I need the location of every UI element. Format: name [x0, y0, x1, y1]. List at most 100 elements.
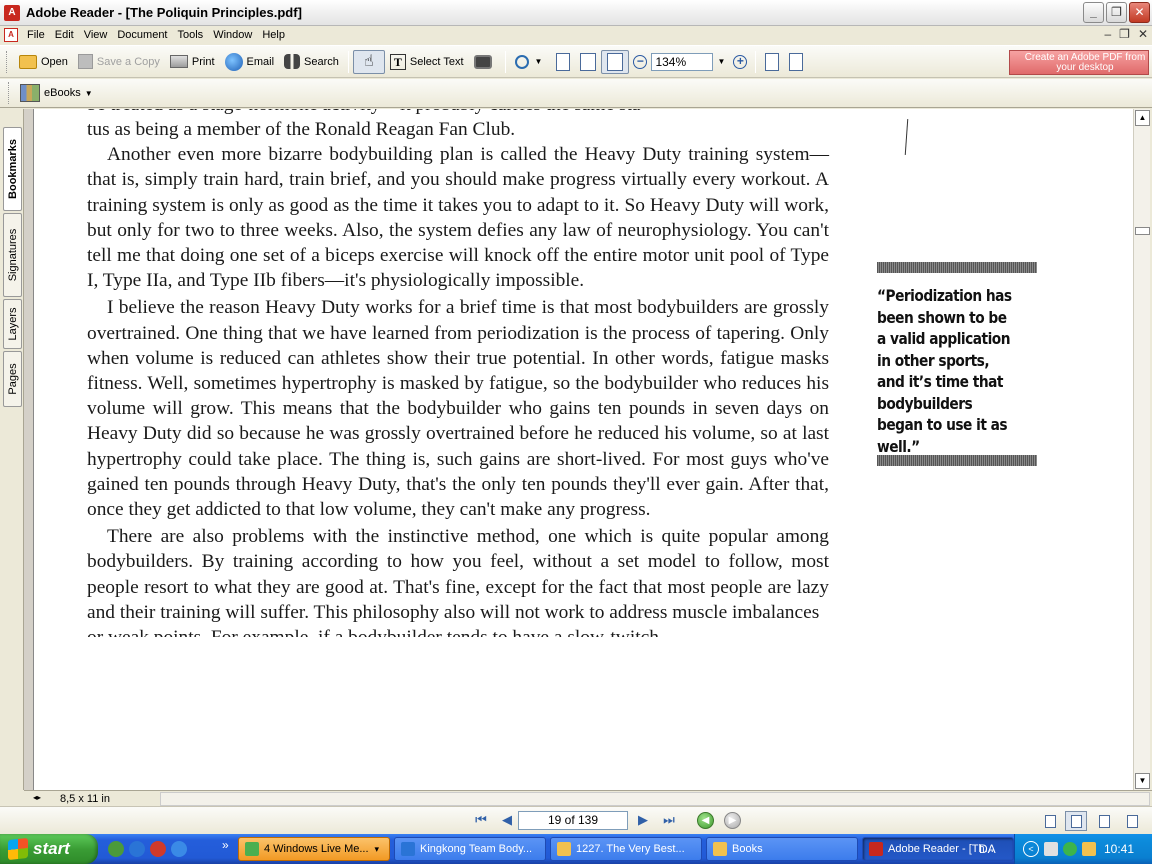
- zoom-dropdown-icon[interactable]: ▼: [717, 57, 725, 66]
- scroll-down-arrow-icon[interactable]: ▼: [1135, 773, 1150, 789]
- zoom-out-button[interactable]: −: [633, 54, 648, 69]
- quick-launch-overflow-icon[interactable]: »: [222, 838, 229, 852]
- snapshot-button[interactable]: [469, 50, 501, 74]
- actual-size-button[interactable]: [551, 50, 575, 74]
- menu-file[interactable]: File: [22, 29, 50, 41]
- email-icon: [224, 52, 243, 71]
- fit-width-button[interactable]: [601, 49, 630, 74]
- quick-launch-icon[interactable]: [108, 841, 124, 857]
- quick-launch-icon[interactable]: [171, 841, 187, 857]
- taskbar-button-windows-live-messenger[interactable]: 4 Windows Live Me... ▾: [238, 837, 390, 861]
- toolbar-grip[interactable]: [6, 50, 10, 73]
- chevron-down-icon: ▾: [374, 843, 380, 854]
- select-text-button[interactable]: T Select Text: [385, 50, 469, 74]
- printer-icon: [169, 55, 188, 68]
- folder-icon: [713, 842, 727, 856]
- document-close-button[interactable]: ✕: [1138, 27, 1148, 41]
- facing-view-button[interactable]: [1093, 811, 1115, 831]
- create-adobe-pdf-button[interactable]: Create an Adobe PDF from your desktop: [1009, 50, 1149, 75]
- previous-page-icon[interactable]: ◀: [500, 813, 514, 827]
- clock[interactable]: 10:41: [1104, 842, 1134, 856]
- save-a-copy-button[interactable]: Save a Copy: [73, 50, 165, 74]
- windows-logo-icon: [8, 837, 28, 861]
- magnifier-icon: [514, 54, 529, 69]
- floppy-icon: [77, 54, 93, 69]
- show-hidden-icons-button[interactable]: <: [1023, 841, 1039, 857]
- vertical-scrollbar[interactable]: ▲ ▼: [1133, 109, 1150, 790]
- tab-pages-label: Pages: [6, 363, 19, 395]
- page-number-input[interactable]: 19 of 139: [518, 811, 628, 830]
- close-button[interactable]: ✕: [1129, 2, 1150, 23]
- minimize-button[interactable]: _: [1083, 2, 1104, 23]
- document-icon[interactable]: A: [4, 28, 18, 42]
- search-button[interactable]: Search: [279, 50, 344, 74]
- menu-help[interactable]: Help: [257, 29, 290, 41]
- document-view[interactable]: be treated as a stage-hormone activity—i…: [34, 109, 1133, 790]
- paragraph: Another even more bizarre bodybuilding p…: [87, 144, 829, 292]
- zoom-tool-button[interactable]: ▼: [510, 50, 552, 74]
- start-button[interactable]: start: [0, 834, 98, 864]
- taskbar-button-books[interactable]: Books: [706, 837, 858, 861]
- window-title: Adobe Reader - [The Poliquin Principles.…: [26, 5, 302, 20]
- internet-explorer-icon: [401, 842, 415, 856]
- scroll-thumb[interactable]: [1135, 227, 1150, 235]
- tab-pages[interactable]: Pages: [3, 351, 22, 407]
- network-icon[interactable]: [1044, 842, 1058, 856]
- continuous-facing-view-button[interactable]: [1121, 811, 1143, 831]
- quick-launch-icon[interactable]: [150, 841, 166, 857]
- restore-button[interactable]: ❐: [1106, 2, 1127, 23]
- next-page-icon[interactable]: ▶: [636, 813, 650, 827]
- zoom-input[interactable]: 134%: [651, 52, 714, 71]
- title-bar[interactable]: A Adobe Reader - [The Poliquin Principle…: [0, 0, 1152, 26]
- language-indicator[interactable]: DA: [979, 842, 996, 856]
- rotate-clockwise-button[interactable]: [760, 50, 784, 74]
- menu-edit[interactable]: Edit: [50, 29, 79, 41]
- menu-document[interactable]: Document: [112, 29, 172, 41]
- windows-taskbar: start » 4 Windows Live Me... ▾ Kingkong …: [0, 834, 1152, 864]
- tab-layers[interactable]: Layers: [3, 299, 22, 349]
- document-restore-button[interactable]: ❐: [1119, 27, 1130, 41]
- navigation-tabs: Bookmarks Signatures Layers Pages: [0, 109, 24, 790]
- hand-icon: ☝: [364, 52, 374, 70]
- taskbar-button-label: Kingkong Team Body...: [420, 843, 533, 855]
- toolbar-grip[interactable]: [8, 82, 12, 104]
- page-size: 8,5 x 11 in: [60, 792, 110, 805]
- menu-tools[interactable]: Tools: [173, 29, 209, 41]
- print-button[interactable]: Print: [165, 50, 220, 74]
- fit-page-button[interactable]: [575, 50, 601, 74]
- document-minimize-button[interactable]: –: [1104, 27, 1111, 41]
- adobe-reader-app-icon[interactable]: A: [4, 4, 20, 21]
- ebooks-button[interactable]: eBooks ▼: [16, 82, 101, 104]
- rotate-ccw-icon: [789, 52, 804, 71]
- internet-explorer-icon[interactable]: [129, 841, 145, 857]
- scroll-up-arrow-icon[interactable]: ▲: [1135, 110, 1150, 126]
- open-button[interactable]: Open: [14, 50, 73, 74]
- tab-bookmarks[interactable]: Bookmarks: [3, 127, 22, 211]
- rotate-counterclockwise-button[interactable]: [784, 50, 808, 74]
- navigation-pane-splitter[interactable]: [24, 109, 34, 790]
- speaker-icon[interactable]: [1082, 842, 1096, 856]
- page-body-text: be treated as a stage-hormone activity—i…: [87, 109, 829, 637]
- start-label: start: [33, 839, 70, 858]
- last-page-icon[interactable]: ⏭: [662, 813, 676, 827]
- zoom-in-button[interactable]: +: [733, 54, 748, 69]
- hand-tool-button[interactable]: ☝: [352, 49, 385, 74]
- chevron-down-icon[interactable]: ▼: [85, 89, 93, 98]
- go-back-button[interactable]: ◀: [697, 812, 714, 829]
- horizontal-scrollbar[interactable]: [160, 792, 1150, 806]
- first-page-icon[interactable]: ⏮: [474, 813, 488, 827]
- continuous-view-button[interactable]: [1065, 811, 1087, 831]
- pull-quote-bottom-rule: [877, 455, 1037, 466]
- single-page-view-button[interactable]: [1039, 811, 1061, 831]
- tab-signatures[interactable]: Signatures: [3, 213, 22, 297]
- email-button[interactable]: Email: [220, 50, 280, 74]
- taskbar-button-kingkong[interactable]: Kingkong Team Body...: [394, 837, 546, 861]
- page-size-toggle-icon[interactable]: ◂▸: [30, 793, 44, 805]
- go-forward-button[interactable]: ▶: [724, 812, 741, 829]
- menu-window[interactable]: Window: [208, 29, 257, 41]
- chevron-down-icon[interactable]: ▼: [535, 57, 543, 66]
- taskbar-button-1227[interactable]: 1227. The Very Best...: [550, 837, 702, 861]
- paragraph: I believe the reason Heavy Duty works fo…: [87, 297, 829, 521]
- messenger-status-icon[interactable]: [1063, 842, 1077, 856]
- menu-view[interactable]: View: [79, 29, 113, 41]
